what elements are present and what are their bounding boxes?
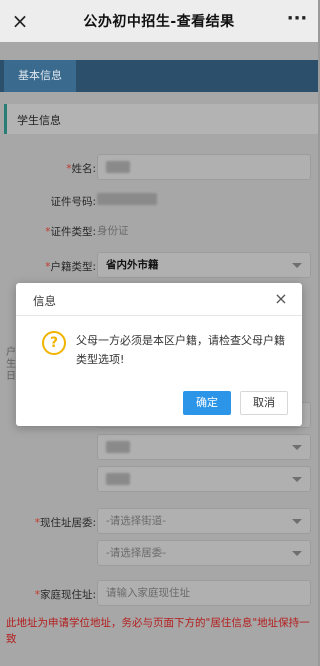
street-select[interactable]: -请选择街道- (97, 508, 311, 534)
redacted-value (106, 473, 130, 485)
id-type-label-text: 证件类型: (50, 226, 96, 238)
household-type-select[interactable]: 省内外市籍 (97, 252, 311, 278)
street-placeholder: -请选择街道- (106, 515, 167, 527)
tab-basic-info[interactable]: 基本信息 (4, 60, 76, 92)
alert-dialog: 信息 × ? 父母一方必须是本区户籍，请检查父母户籍类型选项! 确定 取消 (16, 283, 302, 426)
name-label: *姓名: (66, 161, 96, 176)
tab-bar: 基本信息 (0, 60, 318, 92)
chevron-down-icon (292, 445, 302, 450)
redacted-select-3[interactable] (97, 466, 311, 492)
household-type-value: 省内外市籍 (106, 259, 159, 271)
name-label-text: 姓名: (71, 163, 96, 175)
ok-button[interactable]: 确定 (183, 391, 231, 415)
committee-select[interactable]: -请选择居委- (97, 540, 311, 566)
page-title: 公办初中招生-查看结果 (83, 14, 235, 30)
close-icon[interactable]: × (272, 290, 290, 308)
household-type-label-text: 户籍类型: (50, 261, 96, 273)
redacted-value (106, 161, 130, 173)
close-icon[interactable]: × (8, 9, 32, 33)
question-icon: ? (42, 331, 66, 355)
committee-placeholder: -请选择居委- (106, 547, 167, 559)
id-number-value (97, 193, 157, 205)
home-address-placeholder: 请输入家庭现住址 (106, 587, 190, 599)
home-address-input[interactable]: 请输入家庭现住址 (97, 580, 311, 606)
dialog-message: 父母一方必须是本区户籍，请检查父母户籍类型选项! (76, 334, 285, 366)
dialog-header: 信息 × (16, 283, 302, 316)
id-type-value: 身份证 (97, 225, 129, 237)
dialog-title: 信息 (33, 294, 56, 308)
section-title: 学生信息 (17, 114, 61, 127)
top-navigation-bar: × 公办初中招生-查看结果 ··· (0, 0, 318, 42)
address-warning-text: 此地址为申请学位地址，务必与页面下方的"居住信息"地址保持一致 (6, 617, 310, 645)
id-number-label: 证件号码: (50, 196, 96, 208)
section-header-student-info: 学生信息 (4, 104, 318, 134)
chevron-down-icon (292, 477, 302, 482)
hidden-label-fragment: 日 (6, 371, 16, 382)
residence-committee-label: *现住址居委: (35, 515, 96, 530)
home-address-label: *家庭现住址: (35, 587, 96, 602)
redacted-select-2[interactable] (97, 434, 311, 460)
home-address-label-text: 家庭现住址: (39, 589, 96, 601)
redacted-value (97, 193, 157, 205)
id-type-label: *证件类型: (45, 224, 96, 239)
household-type-label: *户籍类型: (45, 259, 96, 274)
chevron-down-icon (292, 519, 302, 524)
residence-committee-label-text: 现住址居委: (39, 517, 96, 529)
chevron-down-icon (292, 263, 302, 268)
more-options-icon[interactable]: ··· (284, 9, 310, 33)
redacted-value (106, 441, 130, 453)
cancel-button[interactable]: 取消 (240, 391, 288, 415)
chevron-down-icon (292, 551, 302, 556)
name-field[interactable] (97, 154, 311, 180)
